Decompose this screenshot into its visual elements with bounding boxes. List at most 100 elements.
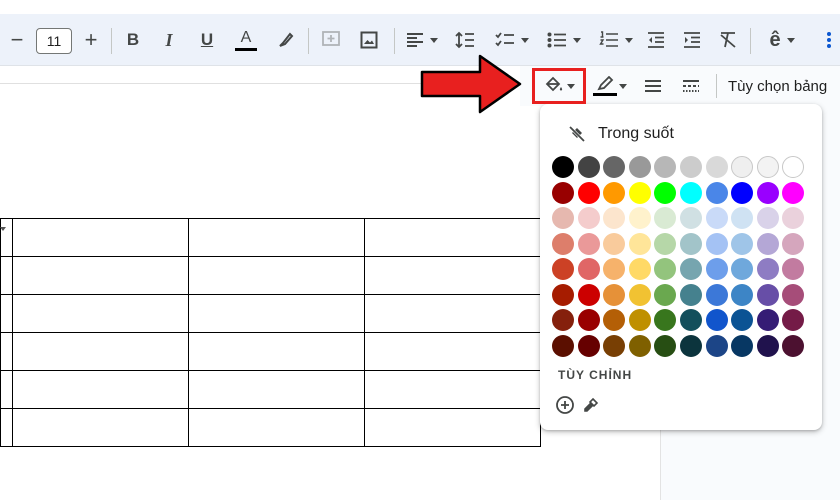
color-swatch[interactable] — [705, 156, 728, 178]
color-swatch[interactable] — [705, 334, 728, 357]
table-cell[interactable] — [0, 218, 13, 257]
color-swatch[interactable] — [603, 258, 626, 280]
color-swatch[interactable] — [756, 283, 779, 306]
color-swatch[interactable] — [680, 258, 702, 280]
eyedropper-button[interactable] — [580, 394, 602, 416]
table-cell[interactable] — [12, 294, 189, 333]
color-swatch[interactable] — [552, 258, 574, 280]
table-cell[interactable] — [364, 218, 541, 257]
table-cell[interactable] — [0, 370, 13, 409]
color-swatch[interactable] — [782, 232, 805, 255]
color-swatch[interactable] — [705, 309, 728, 331]
bulleted-list-button[interactable] — [542, 14, 586, 66]
color-swatch[interactable] — [680, 309, 702, 331]
color-swatch[interactable] — [552, 156, 574, 178]
highlight-color-button[interactable] — [274, 14, 298, 66]
increase-font-size-button[interactable]: + — [80, 14, 102, 66]
color-swatch[interactable] — [552, 181, 574, 204]
table-cell[interactable] — [188, 332, 365, 371]
table-cell[interactable] — [188, 408, 365, 447]
color-swatch[interactable] — [680, 232, 702, 255]
color-swatch[interactable] — [577, 181, 600, 204]
color-swatch[interactable] — [628, 283, 651, 306]
color-swatch[interactable] — [756, 309, 779, 331]
color-swatch[interactable] — [654, 334, 677, 357]
color-swatch[interactable] — [654, 181, 677, 204]
color-swatch[interactable] — [628, 258, 651, 280]
color-swatch[interactable] — [603, 232, 626, 255]
color-swatch[interactable] — [577, 334, 600, 357]
insert-image-button[interactable] — [356, 14, 382, 66]
color-swatch[interactable] — [603, 181, 626, 204]
color-swatch[interactable] — [731, 207, 754, 229]
table-cell[interactable] — [188, 370, 365, 409]
table-cell[interactable] — [12, 332, 189, 371]
add-custom-color-button[interactable] — [554, 394, 576, 416]
color-swatch[interactable] — [782, 156, 805, 178]
table-cell[interactable] — [0, 408, 13, 447]
color-swatch[interactable] — [552, 283, 574, 306]
table-cell[interactable] — [0, 294, 13, 333]
color-swatch[interactable] — [603, 207, 626, 229]
color-swatch[interactable] — [680, 156, 702, 178]
color-swatch[interactable] — [680, 334, 702, 357]
color-swatch[interactable] — [756, 258, 779, 280]
color-swatch[interactable] — [552, 309, 574, 331]
color-swatch[interactable] — [628, 181, 651, 204]
transparent-option[interactable]: Trong suốt — [568, 122, 674, 146]
color-swatch[interactable] — [603, 156, 626, 178]
bold-button[interactable]: B — [122, 14, 144, 66]
color-swatch[interactable] — [654, 156, 677, 178]
clear-formatting-button[interactable] — [716, 14, 740, 66]
color-swatch[interactable] — [577, 232, 600, 255]
color-swatch[interactable] — [731, 156, 754, 178]
color-swatch[interactable] — [756, 156, 779, 178]
font-size-input[interactable]: 11 — [36, 28, 72, 54]
border-width-button[interactable] — [640, 66, 666, 106]
color-swatch[interactable] — [628, 156, 651, 178]
table-cell[interactable] — [188, 294, 365, 333]
color-swatch[interactable] — [705, 181, 728, 204]
color-swatch[interactable] — [552, 232, 574, 255]
color-swatch[interactable] — [577, 156, 600, 178]
color-swatch[interactable] — [552, 334, 574, 357]
italic-button[interactable]: I — [158, 14, 180, 66]
table-cell[interactable] — [364, 332, 541, 371]
color-swatch[interactable] — [577, 258, 600, 280]
color-swatch[interactable] — [756, 181, 779, 204]
color-swatch[interactable] — [756, 334, 779, 357]
color-swatch[interactable] — [654, 258, 677, 280]
color-swatch[interactable] — [603, 309, 626, 331]
color-swatch[interactable] — [680, 207, 702, 229]
color-swatch[interactable] — [731, 309, 754, 331]
color-swatch[interactable] — [731, 232, 754, 255]
color-swatch[interactable] — [756, 207, 779, 229]
color-swatch[interactable] — [782, 309, 805, 331]
table-cell[interactable] — [0, 332, 13, 371]
color-swatch[interactable] — [654, 232, 677, 255]
numbered-list-button[interactable] — [594, 14, 638, 66]
table-cell[interactable] — [364, 370, 541, 409]
table-cell[interactable] — [12, 370, 189, 409]
color-swatch[interactable] — [705, 232, 728, 255]
color-swatch[interactable] — [705, 258, 728, 280]
input-tools-button[interactable]: ê — [760, 14, 804, 66]
more-options-button[interactable] — [818, 14, 840, 66]
color-swatch[interactable] — [603, 283, 626, 306]
table-cell[interactable] — [0, 256, 13, 295]
color-swatch[interactable] — [782, 258, 805, 280]
table-options-button[interactable]: Tùy chọn bảng — [728, 66, 840, 106]
color-swatch[interactable] — [680, 181, 702, 204]
decrease-font-size-button[interactable]: − — [6, 14, 28, 66]
color-swatch[interactable] — [628, 334, 651, 357]
color-swatch[interactable] — [552, 207, 574, 229]
table-cell[interactable] — [12, 218, 189, 257]
color-swatch[interactable] — [577, 309, 600, 331]
color-swatch[interactable] — [731, 258, 754, 280]
color-swatch[interactable] — [628, 207, 651, 229]
border-dash-button[interactable] — [678, 66, 704, 106]
insert-comment-button[interactable] — [318, 14, 344, 66]
table-cell[interactable] — [364, 408, 541, 447]
table-cell[interactable] — [188, 256, 365, 295]
color-swatch[interactable] — [756, 232, 779, 255]
